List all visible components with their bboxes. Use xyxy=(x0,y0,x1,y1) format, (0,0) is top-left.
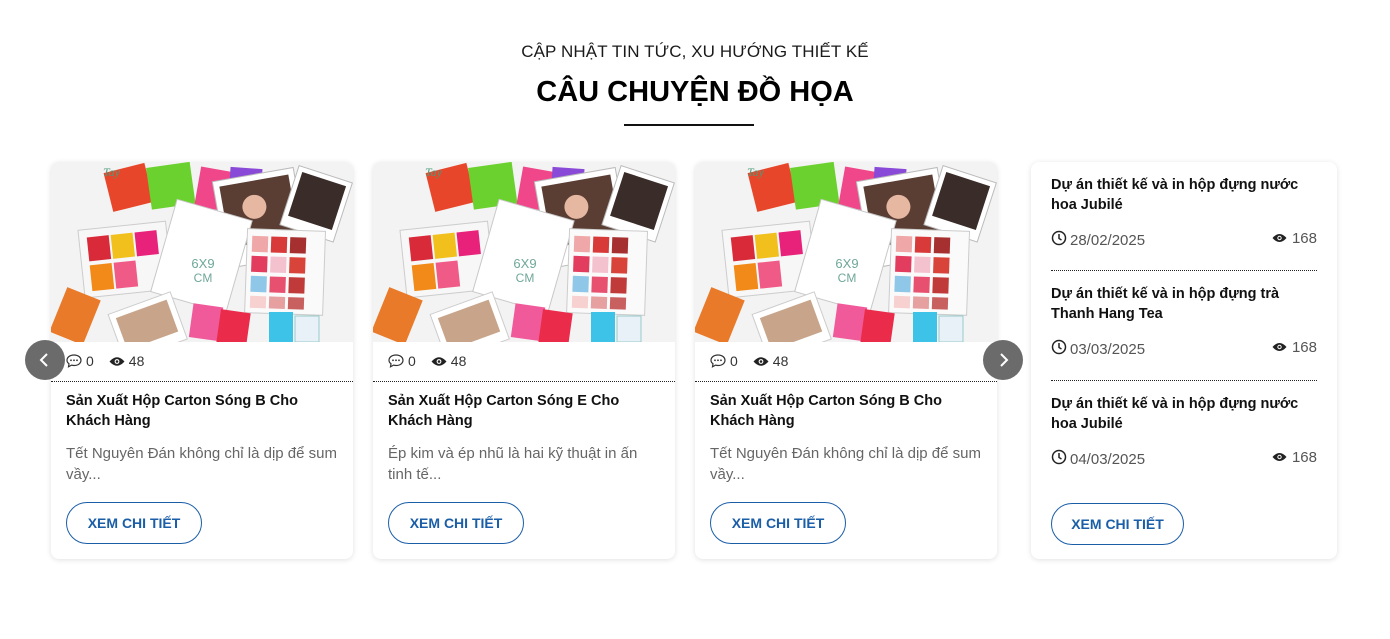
post-excerpt: Tết Nguyên Đán không chỉ là dịp để sum v… xyxy=(66,445,337,483)
post-date: 03/03/2025 xyxy=(1051,339,1145,359)
post-date: 28/02/2025 xyxy=(1051,230,1145,250)
divider xyxy=(373,381,675,382)
chevron-right-icon xyxy=(996,352,1010,368)
view-count: 168 xyxy=(1291,230,1317,247)
post-thumbnail[interactable]: 6X9 CM Tay xyxy=(373,162,675,342)
view-count: 48 xyxy=(128,353,145,369)
post-title[interactable]: Sản Xuất Hộp Carton Sóng B Cho Khách Hàn… xyxy=(710,391,982,431)
post-views: 168 xyxy=(1272,339,1317,356)
eye-icon xyxy=(109,354,125,368)
carousel-prev-button[interactable] xyxy=(25,340,65,380)
product-collage-image: 6X9 CM Tay xyxy=(51,162,353,342)
post-card-2[interactable]: 6X9 CM Tay 0 48 Sản Xuất Hộp Carton Sóng… xyxy=(373,162,675,559)
post-title[interactable]: Sản Xuất Hộp Carton Sóng E Cho Khách Hàn… xyxy=(388,391,660,431)
sidebar-post-meta: 28/02/2025 168 xyxy=(1051,230,1317,250)
date-text: 03/03/2025 xyxy=(1070,340,1146,358)
comment-icon xyxy=(710,354,726,368)
read-more-button[interactable]: XEM CHI TIẾT xyxy=(388,502,524,544)
svg-text:6X9: 6X9 xyxy=(835,256,858,271)
post-date: 04/03/2025 xyxy=(1051,449,1145,469)
eye-icon xyxy=(753,354,769,368)
svg-text:Tay: Tay xyxy=(425,165,443,179)
view-count: 48 xyxy=(772,353,789,369)
read-more-button[interactable]: XEM CHI TIẾT xyxy=(66,502,202,544)
post-card-1[interactable]: 6X9 CM Tay 0 48 Sản Xuất Hộp Carton Sóng… xyxy=(51,162,353,559)
eye-icon xyxy=(1272,230,1292,247)
divider xyxy=(1051,380,1317,381)
clock-icon xyxy=(1051,449,1070,469)
read-more-button[interactable]: XEM CHI TIẾT xyxy=(710,502,846,544)
svg-text:Tay: Tay xyxy=(103,165,121,179)
section-title: CÂU CHUYỆN ĐỒ HỌA xyxy=(536,76,854,108)
post-meta: 0 48 xyxy=(710,352,803,370)
divider xyxy=(1051,270,1317,271)
sidebar-post-3[interactable]: Dự án thiết kế và in hộp đựng nước hoa J… xyxy=(1051,395,1317,468)
eye-icon xyxy=(1272,449,1292,466)
sidebar-post-1[interactable]: Dự án thiết kế và in hộp đựng nước hoa J… xyxy=(1051,176,1317,249)
eye-icon xyxy=(431,354,447,368)
view-count: 48 xyxy=(450,353,467,369)
post-thumbnail[interactable]: 6X9 CM Tay xyxy=(51,162,353,342)
post-views: 168 xyxy=(1272,449,1317,466)
svg-text:CM: CM xyxy=(194,271,213,285)
comment-icon xyxy=(66,354,82,368)
sidebar-post-title[interactable]: Dự án thiết kế và in hộp đựng nước hoa J… xyxy=(1051,176,1317,215)
svg-text:CM: CM xyxy=(516,271,535,285)
post-thumbnail[interactable]: 6X9 CM Tay xyxy=(695,162,997,342)
clock-icon xyxy=(1051,230,1070,250)
product-collage-image: 6X9 CM Tay xyxy=(695,162,997,342)
comment-icon xyxy=(388,354,404,368)
view-count: 168 xyxy=(1291,449,1317,466)
post-views: 168 xyxy=(1272,230,1317,247)
svg-text:Tay: Tay xyxy=(747,165,765,179)
eye-icon xyxy=(1272,339,1292,356)
sidebar-post-list: Dự án thiết kế và in hộp đựng nước hoa J… xyxy=(1031,162,1337,559)
sidebar-read-more-button[interactable]: XEM CHI TIẾT xyxy=(1051,503,1184,545)
carousel-next-button[interactable] xyxy=(983,340,1023,380)
sidebar-post-meta: 04/03/2025 168 xyxy=(1051,449,1317,469)
post-meta: 0 48 xyxy=(388,352,481,370)
sidebar-post-title[interactable]: Dự án thiết kế và in hộp đựng trà Thanh … xyxy=(1051,285,1317,324)
sidebar-post-meta: 03/03/2025 168 xyxy=(1051,339,1317,359)
post-meta: 0 48 xyxy=(66,352,159,370)
sidebar-post-2[interactable]: Dự án thiết kế và in hộp đựng trà Thanh … xyxy=(1051,285,1317,358)
svg-text:6X9: 6X9 xyxy=(513,256,536,271)
comment-count: 0 xyxy=(730,353,738,369)
chevron-left-icon xyxy=(38,352,52,368)
date-text: 04/03/2025 xyxy=(1070,450,1146,468)
clock-icon xyxy=(1051,339,1070,359)
sidebar-post-title[interactable]: Dự án thiết kế và in hộp đựng nước hoa J… xyxy=(1051,395,1317,434)
divider xyxy=(51,381,353,382)
svg-text:CM: CM xyxy=(838,271,857,285)
section-subtitle: CẬP NHẬT TIN TỨC, XU HƯỚNG THIẾT KẾ xyxy=(521,42,869,61)
svg-text:6X9: 6X9 xyxy=(191,256,214,271)
post-card-3[interactable]: 6X9 CM Tay 0 48 Sản Xuất Hộp Carton Sóng… xyxy=(695,162,997,559)
comment-count: 0 xyxy=(86,353,94,369)
title-underline xyxy=(624,124,754,126)
comment-count: 0 xyxy=(408,353,416,369)
date-text: 28/02/2025 xyxy=(1070,231,1146,249)
divider xyxy=(695,381,997,382)
post-excerpt: Ép kim và ép nhũ là hai kỹ thuật in ấn t… xyxy=(388,445,638,483)
post-excerpt: Tết Nguyên Đán không chỉ là dịp để sum v… xyxy=(710,445,981,483)
post-title[interactable]: Sản Xuất Hộp Carton Sóng B Cho Khách Hàn… xyxy=(66,391,338,431)
view-count: 168 xyxy=(1291,339,1317,356)
product-collage-image: 6X9 CM Tay xyxy=(373,162,675,342)
